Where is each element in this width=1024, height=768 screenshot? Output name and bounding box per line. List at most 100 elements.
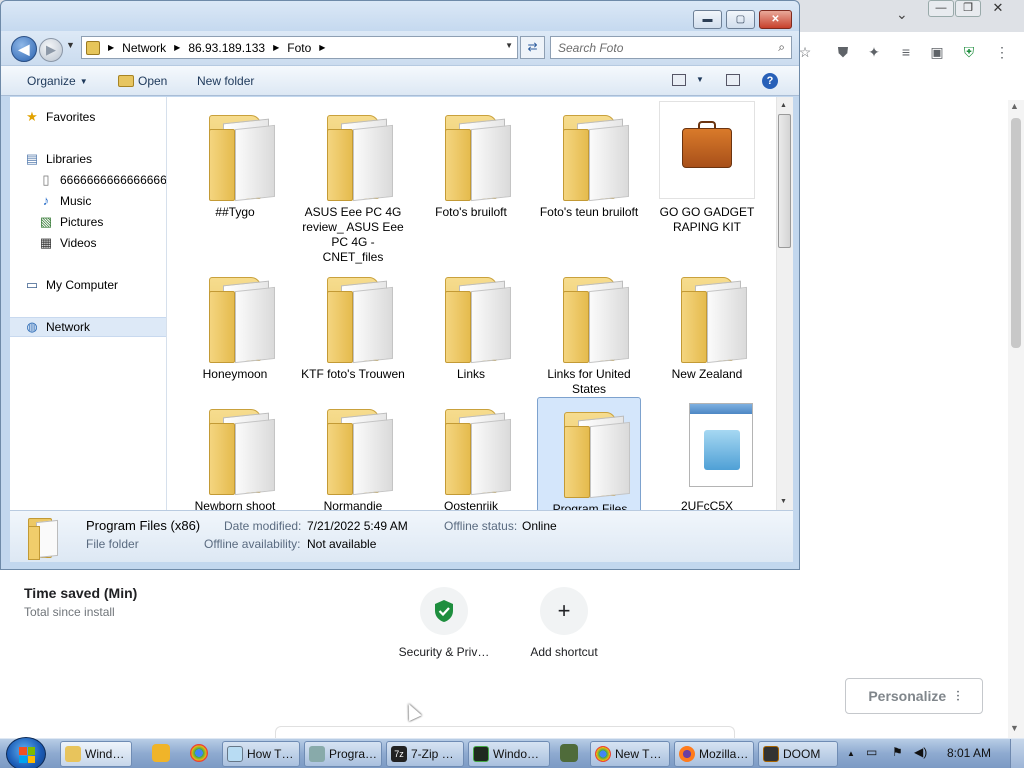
tab-search-chevron-icon[interactable]: ⌄ [896, 6, 908, 23]
taskbar-terminal-button[interactable]: Windo… [468, 741, 550, 767]
folder-item[interactable]: Links [419, 263, 523, 393]
folder-item-selected[interactable]: Program Files [537, 397, 641, 510]
tray-volume-icon[interactable]: ◀) [914, 745, 927, 759]
chrome-menu-icon[interactable]: ⋮ [993, 43, 1011, 61]
explorer-maximize-button[interactable]: ▢ [726, 10, 755, 29]
file-list-scroll-thumb[interactable] [778, 114, 791, 248]
shortcut-security-privacy[interactable]: Security & Priv… [394, 587, 494, 659]
folder-item[interactable]: Foto's bruiloft [419, 101, 523, 261]
folder-item[interactable]: New Zealand [655, 263, 759, 393]
shield-extension-icon[interactable]: ⛨ [960, 43, 978, 61]
back-arrow-icon[interactable]: ◀ [11, 36, 37, 62]
start-button[interactable] [6, 737, 46, 768]
chrome-restore-button[interactable]: ❐ [955, 0, 981, 17]
file-item[interactable]: GO GO GADGET RAPING KIT [655, 101, 759, 261]
clock[interactable]: 8:01 AM [947, 746, 991, 760]
file-list[interactable]: ##Tygo ASUS Eee PC 4G review_ ASUS Eee P… [167, 97, 776, 510]
folder-item[interactable]: Links for United States [537, 263, 641, 396]
time-saved-title: Time saved (Min) [24, 585, 138, 601]
search-box[interactable]: ⌕ [550, 36, 792, 59]
tray-flag-icon[interactable]: ⚑ [892, 745, 903, 759]
folder-item[interactable]: Newborn shoot [183, 395, 287, 510]
nav-network[interactable]: ◍ Network [10, 317, 166, 337]
personalize-button[interactable]: Personalize ⫶ [845, 678, 983, 714]
taskbar-firefox-button[interactable]: Mozilla… [674, 741, 754, 767]
nav-videos[interactable]: ▦ Videos [38, 233, 166, 253]
item-label: Links for United States [547, 367, 631, 396]
help-icon[interactable]: ? [762, 73, 778, 89]
taskbar-explorer-button[interactable]: Wind… [60, 741, 132, 767]
open-button[interactable]: Open [118, 74, 167, 88]
forward-arrow-icon[interactable]: ▶ [39, 38, 63, 62]
side-panel-icon[interactable]: ▣ [928, 43, 946, 61]
search-icon[interactable]: ⌕ [778, 40, 785, 55]
show-desktop-button[interactable] [1010, 739, 1024, 768]
reading-list-icon[interactable]: ≡ [897, 43, 915, 61]
sevenzip-icon: 7z [391, 746, 407, 762]
nav-favorites[interactable]: ★ Favorites [24, 107, 166, 127]
tray-network-icon[interactable]: ▭ [866, 745, 877, 759]
scroll-down-icon[interactable]: ▼ [780, 498, 787, 505]
chrome-scroll-down-icon[interactable]: ▼ [1010, 723, 1019, 733]
recent-pages-chevron-icon[interactable]: ▼ [66, 40, 75, 50]
folder-item[interactable]: Normandie [301, 395, 405, 510]
folder-item[interactable]: ASUS Eee PC 4G review_ ASUS Eee PC 4G - … [301, 101, 405, 264]
address-dropdown-icon[interactable]: ▼ [505, 41, 513, 50]
nav-library-document[interactable]: ▯ 66666666666666666666 [38, 170, 166, 190]
nav-my-computer[interactable]: ▭ My Computer [24, 275, 166, 295]
chrome-scroll-up-icon[interactable]: ▲ [1010, 101, 1019, 111]
tray-expand-icon[interactable]: ▲ [847, 749, 855, 758]
view-options-chevron-icon[interactable]: ▼ [696, 75, 704, 84]
explorer-titlebar[interactable]: ▬ ▢ ✕ [1, 1, 799, 31]
change-view-icon[interactable] [672, 74, 686, 86]
adblock-extension-icon[interactable]: ⛊ [834, 43, 852, 61]
sliders-icon: ⫶ [956, 687, 960, 704]
nav-pictures[interactable]: ▧ Pictures [38, 212, 166, 232]
computer-icon: ▭ [25, 277, 39, 292]
explorer-minimize-button[interactable]: ▬ [693, 10, 722, 29]
folder-item[interactable]: Honeymoon [183, 263, 287, 393]
nav-music[interactable]: ♪ Music [38, 191, 166, 211]
new-folder-button[interactable]: New folder [197, 74, 254, 88]
folder-item[interactable]: Oostenrijk [419, 395, 523, 510]
scroll-up-icon[interactable]: ▲ [780, 102, 787, 109]
breadcrumb-host[interactable]: 86.93.189.133 [188, 41, 265, 55]
chrome-minimize-button[interactable]: — [928, 0, 954, 17]
search-input[interactable] [558, 40, 758, 55]
taskbar-label: DOOM [783, 747, 821, 761]
notepad-icon [227, 746, 243, 762]
preview-pane-icon[interactable] [726, 74, 740, 86]
address-bar[interactable]: ▶ Network ▶ 86.93.189.133 ▶ Foto ▶ ▼ [81, 36, 518, 59]
extensions-puzzle-icon[interactable]: ✦ [865, 43, 883, 61]
item-label: Normandie [323, 499, 383, 510]
chevron-right-icon[interactable]: ▶ [108, 43, 114, 52]
chevron-right-icon[interactable]: ▶ [273, 43, 279, 52]
app-pin-icon[interactable] [560, 744, 578, 762]
shortcut-add[interactable]: + Add shortcut [514, 587, 614, 659]
organize-button[interactable]: Organize ▼ [27, 74, 88, 88]
chrome-scroll-thumb[interactable] [1011, 118, 1021, 348]
refresh-icon[interactable]: ⇄ [520, 36, 545, 59]
breadcrumb-network[interactable]: Network [122, 41, 166, 55]
folder-item[interactable]: KTF foto's Trouwen [301, 263, 405, 393]
taskbar-picture-button[interactable]: Progra… [304, 741, 382, 767]
chrome-icon[interactable] [190, 744, 208, 762]
taskbar-7zip-button[interactable]: 7z 7-Zip … [386, 741, 464, 767]
folder-item[interactable]: Foto's teun bruiloft [537, 101, 641, 261]
chevron-right-icon[interactable]: ▶ [319, 43, 325, 52]
folder-item[interactable]: ##Tygo [183, 101, 287, 261]
nav-libraries[interactable]: ▤ Libraries [24, 149, 166, 169]
folder-icon [327, 109, 397, 205]
taskbar-chrome-button[interactable]: New T… [590, 741, 670, 767]
explorer-close-button[interactable]: ✕ [759, 10, 792, 29]
taskbar-doom-button[interactable]: DOOM [758, 741, 838, 767]
taskbar-notepad-button[interactable]: How T… [222, 741, 300, 767]
chevron-right-icon[interactable]: ▶ [174, 43, 180, 52]
item-label: Foto's bruiloft [435, 205, 507, 219]
breadcrumb-foto[interactable]: Foto [287, 41, 311, 55]
media-player-icon[interactable] [152, 744, 170, 762]
picture-icon [309, 746, 325, 762]
chrome-close-button[interactable]: ✕ [985, 0, 1011, 17]
file-item[interactable]: 2UFcC5X [655, 395, 759, 510]
navigation-pane: ★ Favorites ▤ Libraries ▯ 66666666666666… [10, 97, 167, 510]
